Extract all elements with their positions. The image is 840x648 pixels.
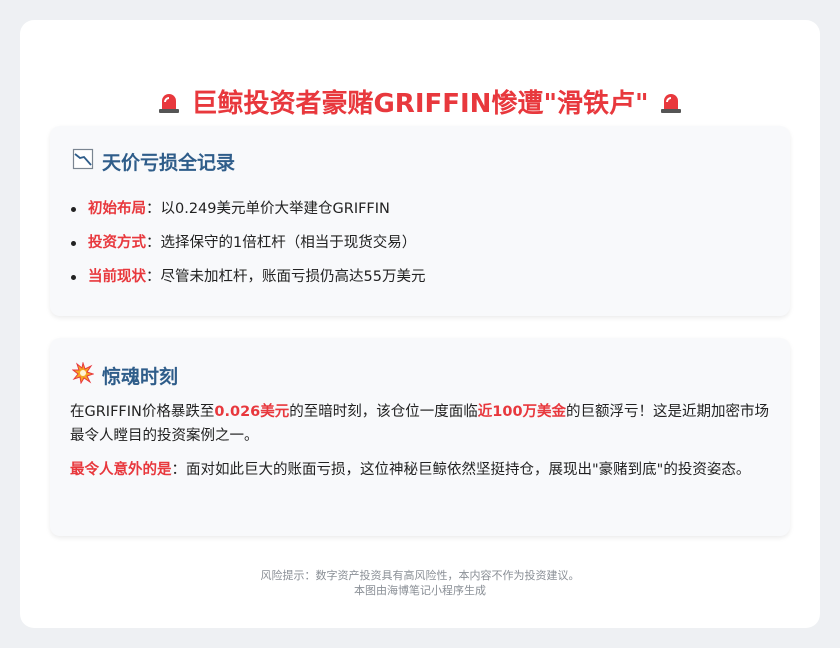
surprise-paragraph: 最令人意外的是：面对如此巨大的账面亏损，这位神秘巨鲸依然坚挺持仓，展现出"豪赌到… bbox=[70, 458, 770, 482]
thrilling-moment-section: 惊魂时刻 在GRIFFIN价格暴跌至0.026美元的至暗时刻，该仓位一度面临近1… bbox=[50, 338, 790, 536]
item-text: 以0.249美元单价大举建仓GRIFFIN bbox=[160, 201, 390, 217]
price-highlight: 0.026美元 bbox=[214, 404, 290, 420]
item-text: 选择保守的1倍杠杆（相当于现货交易） bbox=[160, 235, 417, 251]
page-title: 巨鲸投资者豪赌GRIFFIN惨遭"滑铁卢" bbox=[20, 83, 820, 122]
loss-highlight: 近100万美金 bbox=[477, 404, 567, 420]
section-title: 惊魂时刻 bbox=[71, 361, 179, 389]
section-title-text: 天价亏损全记录 bbox=[102, 152, 236, 174]
item-label: 初始布局 bbox=[88, 201, 146, 217]
item-separator: ： bbox=[146, 269, 161, 285]
generated-by-credit: 本图由海博笔记小程序生成 bbox=[354, 584, 486, 597]
item-label: 投资方式 bbox=[88, 235, 146, 251]
list-item: 初始布局：以0.249美元单价大举建仓GRIFFIN bbox=[70, 192, 425, 226]
title-text: 巨鲸投资者豪赌GRIFFIN惨遭"滑铁卢" bbox=[191, 89, 649, 119]
section-title-text: 惊魂时刻 bbox=[102, 366, 179, 388]
risk-disclaimer: 风险提示：数字资产投资具有高风险性，本内容不作为投资建议。 bbox=[260, 569, 580, 582]
chart-down-icon bbox=[72, 148, 94, 175]
siren-icon bbox=[658, 89, 684, 122]
item-label: 当前现状 bbox=[88, 269, 146, 285]
siren-icon bbox=[156, 89, 182, 122]
content-card: 巨鲸投资者豪赌GRIFFIN惨遭"滑铁卢" 天价亏损全记录 初始布局：以0.24… bbox=[20, 20, 820, 628]
footer: 风险提示：数字资产投资具有高风险性，本内容不作为投资建议。 本图由海博笔记小程序… bbox=[20, 568, 820, 598]
paragraph-text: ：面对如此巨大的账面亏损，这位神秘巨鲸依然坚挺持仓，展现出"豪赌到底"的投资姿态… bbox=[171, 462, 751, 478]
paragraph-text: 在GRIFFIN价格暴跌至 bbox=[70, 404, 215, 420]
list-item: 当前现状：尽管未加杠杆，账面亏损仍高达55万美元 bbox=[70, 260, 426, 294]
collision-icon bbox=[71, 361, 95, 389]
item-separator: ： bbox=[146, 201, 161, 217]
item-text: 尽管未加杠杆，账面亏损仍高达55万美元 bbox=[160, 269, 426, 285]
item-separator: ： bbox=[146, 235, 161, 251]
record-list: 初始布局：以0.249美元单价大举建仓GRIFFIN 投资方式：选择保守的1倍杠… bbox=[70, 192, 426, 294]
list-item: 投资方式：选择保守的1倍杠杆（相当于现货交易） bbox=[70, 226, 425, 260]
surprise-label: 最令人意外的是 bbox=[70, 462, 172, 478]
section-title: 天价亏损全记录 bbox=[72, 148, 235, 175]
loss-record-section: 天价亏损全记录 初始布局：以0.249美元单价大举建仓GRIFFIN 投资方式：… bbox=[50, 126, 790, 316]
paragraph-text: 的至暗时刻，该仓位一度面临 bbox=[289, 404, 478, 420]
moment-paragraph: 在GRIFFIN价格暴跌至0.026美元的至暗时刻，该仓位一度面临近100万美金… bbox=[70, 400, 770, 448]
